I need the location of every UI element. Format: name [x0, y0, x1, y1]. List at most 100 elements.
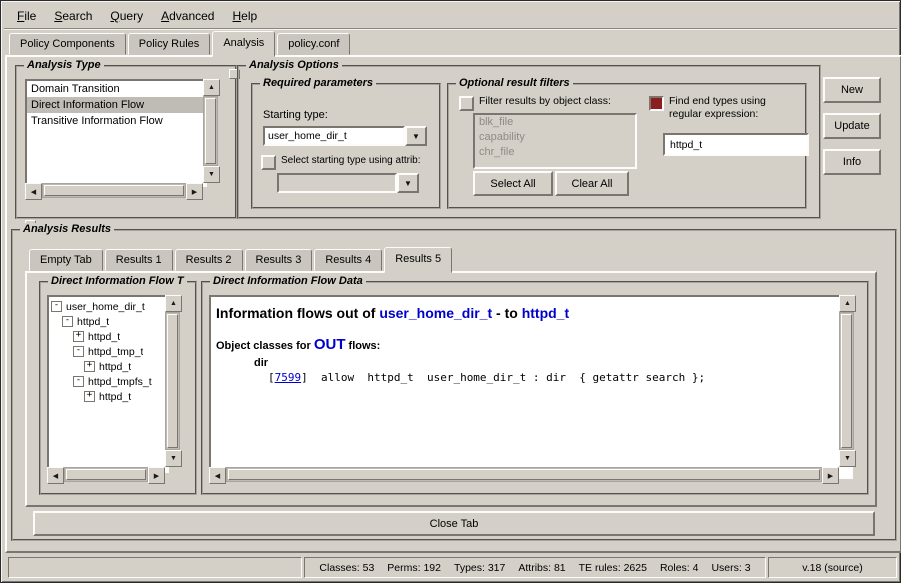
menubar: File Search Query Advanced Help: [4, 4, 897, 29]
starting-type-entry[interactable]: [263, 126, 405, 146]
menu-search[interactable]: Search: [45, 5, 101, 27]
scrollbar-trough[interactable]: [42, 183, 186, 198]
tab-policy-rules[interactable]: Policy Rules: [128, 33, 211, 55]
analysis-type-listbox[interactable]: Domain Transition Direct Information Flo…: [25, 79, 207, 187]
dropdown-arrow-icon[interactable]: ▼: [405, 126, 427, 146]
menu-query[interactable]: Query: [101, 5, 152, 27]
tab-policy-conf[interactable]: policy.conf: [277, 33, 350, 55]
scroll-up-icon[interactable]: ▲: [839, 295, 856, 312]
stat-roles: Roles: 4: [660, 562, 699, 574]
scroll-up-icon[interactable]: ▲: [203, 79, 220, 96]
scroll-right-icon[interactable]: ▶: [186, 183, 203, 200]
scroll-right-glyph: ▶: [828, 472, 833, 480]
regex-checkbox-indicator-icon[interactable]: [649, 96, 664, 111]
tab-results-1[interactable]: Results 1: [105, 249, 173, 271]
scroll-up-icon[interactable]: ▲: [165, 295, 182, 312]
scroll-left-icon[interactable]: ◀: [47, 467, 64, 484]
tree-vscrollbar[interactable]: ▲ ▼: [165, 295, 180, 467]
menu-advanced[interactable]: Advanced: [152, 5, 223, 27]
scrollbar-trough[interactable]: [839, 312, 854, 450]
tree-expander-icon[interactable]: -: [62, 316, 73, 327]
scrollbar-thumb[interactable]: [228, 469, 820, 480]
tab-results-5[interactable]: Results 5: [384, 247, 452, 273]
scrollbar-thumb[interactable]: [44, 185, 184, 196]
tab-results-3[interactable]: Results 3: [245, 249, 313, 271]
tab-policy-components[interactable]: Policy Components: [9, 33, 126, 55]
analysis-options-title: Analysis Options: [246, 59, 342, 71]
list-item-direct-information-flow[interactable]: Direct Information Flow: [27, 97, 205, 113]
flow-heading-mid: - to: [492, 305, 522, 321]
tree-node[interactable]: + httpd_t: [49, 359, 167, 374]
update-button[interactable]: Update: [823, 113, 881, 139]
regex-input[interactable]: [668, 138, 804, 152]
regex-entry[interactable]: [663, 133, 809, 156]
list-item-domain-transition[interactable]: Domain Transition: [27, 81, 205, 97]
close-tab-button[interactable]: Close Tab: [33, 511, 875, 536]
scroll-down-icon[interactable]: ▼: [165, 450, 182, 467]
flow-tree-title: Direct Information Flow T: [48, 275, 187, 287]
scrollbar-thumb[interactable]: [66, 469, 146, 480]
select-all-button[interactable]: Select All: [473, 171, 553, 196]
filter-by-class-checkbox[interactable]: Filter results by object class:: [459, 95, 639, 111]
analysis-options-frame: Analysis Options Required parameters Sta…: [237, 65, 821, 219]
tree-hscrollbar[interactable]: ◀ ▶: [47, 467, 165, 482]
tree-node[interactable]: -httpd_tmp_t: [49, 344, 167, 359]
scrollbar-trough[interactable]: [226, 467, 822, 482]
tree-expander-icon[interactable]: -: [73, 376, 84, 387]
filter-by-class-indicator-icon[interactable]: [459, 96, 474, 111]
attrib-checkbox[interactable]: Select starting type using attrib:: [261, 154, 433, 170]
data-vscrollbar[interactable]: ▲ ▼: [839, 295, 854, 467]
list-item-transitive-information-flow[interactable]: Transitive Information Flow: [27, 113, 205, 129]
scroll-right-icon[interactable]: ▶: [148, 467, 165, 484]
flow-direction: OUT: [314, 336, 346, 353]
tree-node-label[interactable]: httpd_tmpfs_t: [88, 376, 152, 388]
scrollbar-thumb[interactable]: [205, 98, 216, 164]
scrollbar-trough[interactable]: [203, 96, 218, 166]
tree-node[interactable]: + httpd_t: [49, 329, 167, 344]
new-button[interactable]: New: [823, 77, 881, 103]
rule-number-link[interactable]: 7599: [275, 371, 302, 384]
scrollbar-thumb[interactable]: [841, 314, 852, 448]
scroll-down-icon[interactable]: ▼: [839, 450, 856, 467]
clear-all-button[interactable]: Clear All: [555, 171, 629, 196]
menu-help[interactable]: Help: [223, 5, 266, 27]
analysis-type-vscrollbar[interactable]: ▲ ▼: [203, 79, 218, 183]
scrollbar-thumb[interactable]: [167, 314, 178, 448]
tab-results-2[interactable]: Results 2: [175, 249, 243, 271]
flow-tree[interactable]: -user_home_dir_t -httpd_t +httpd_t -http…: [47, 295, 169, 473]
analysis-type-hscrollbar[interactable]: ◀ ▶: [25, 183, 203, 198]
scroll-left-icon[interactable]: ◀: [209, 467, 226, 484]
attrib-checkbox-indicator-icon[interactable]: [261, 155, 276, 170]
scroll-down-icon[interactable]: ▼: [203, 166, 220, 183]
tree-expander-icon[interactable]: +: [84, 361, 95, 372]
tree-node-label[interactable]: httpd_t: [77, 316, 109, 328]
tree-node-label[interactable]: user_home_dir_t: [66, 301, 145, 313]
tree-expander-icon[interactable]: -: [51, 301, 62, 312]
tree-expander-icon[interactable]: +: [73, 331, 84, 342]
flow-source-type: user_home_dir_t: [379, 305, 492, 321]
tree-expander-icon[interactable]: -: [73, 346, 84, 357]
tree-node-label[interactable]: httpd_t: [99, 391, 131, 403]
tree-node-label[interactable]: httpd_t: [88, 331, 120, 343]
tree-node[interactable]: -user_home_dir_t: [49, 299, 167, 314]
tab-empty-tab[interactable]: Empty Tab: [29, 249, 103, 271]
tree-node[interactable]: -httpd_t: [49, 314, 167, 329]
tree-expander-icon[interactable]: +: [84, 391, 95, 402]
scrollbar-trough[interactable]: [64, 467, 148, 482]
tree-node-label[interactable]: httpd_tmp_t: [88, 346, 143, 358]
optional-filters-title: Optional result filters: [456, 77, 573, 89]
starting-type-input[interactable]: [268, 130, 400, 142]
data-hscrollbar[interactable]: ◀ ▶: [209, 467, 839, 482]
scrollbar-trough[interactable]: [165, 312, 180, 450]
tree-node-label[interactable]: httpd_t: [99, 361, 131, 373]
scroll-left-icon[interactable]: ◀: [25, 183, 42, 200]
tree-node[interactable]: + httpd_t: [49, 389, 167, 404]
info-button[interactable]: Info: [823, 149, 881, 175]
regex-checkbox[interactable]: Find end types using regular expression:: [649, 95, 797, 121]
menu-file[interactable]: File: [8, 5, 45, 27]
tab-results-4[interactable]: Results 4: [314, 249, 382, 271]
flow-tree-frame: Direct Information Flow T -user_home_dir…: [39, 281, 197, 495]
tab-analysis[interactable]: Analysis: [212, 31, 275, 57]
scroll-right-icon[interactable]: ▶: [822, 467, 839, 484]
tree-node[interactable]: -httpd_tmpfs_t: [49, 374, 167, 389]
